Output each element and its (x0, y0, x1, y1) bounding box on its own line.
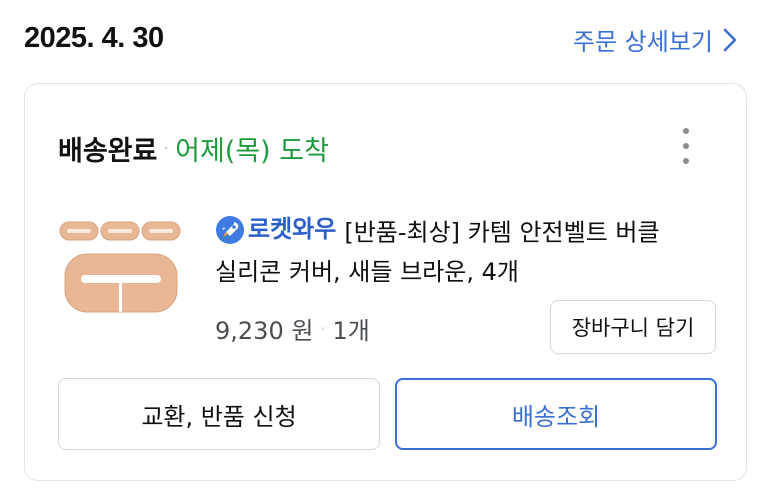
delivery-status: 배송완료 · 어제(목) 도착 (58, 129, 329, 168)
add-to-cart-button[interactable]: 장바구니 담기 (550, 300, 716, 354)
arrival-text: 어제(목) 도착 (175, 136, 329, 167)
order-date: 2025. 4. 30 (24, 22, 164, 54)
status-separator: · (163, 138, 170, 159)
order-detail-link-label: 주문 상세보기 (572, 28, 713, 56)
order-page: 2025. 4. 30 주문 상세보기 배송완료 · 어제(목) 도착 로켓와우… (0, 0, 773, 490)
chevron-right-icon (723, 28, 737, 52)
rocket-label: 로켓와우 (248, 215, 337, 243)
product-info: 로켓와우 [반품-최상] 카템 안전벨트 버클 실리콘 커버, 새들 브라운, … (215, 210, 715, 292)
more-vertical-icon[interactable] (676, 128, 696, 164)
track-delivery-button[interactable]: 배송조회 (395, 378, 717, 450)
price-line: 9,230 원 · 1개 (215, 311, 370, 346)
rocket-icon (215, 215, 245, 245)
product-title[interactable]: 로켓와우 [반품-최상] 카템 안전벨트 버클 실리콘 커버, 새들 브라운, … (215, 210, 715, 292)
status-label: 배송완료 (58, 136, 158, 167)
product-quantity: 1개 (332, 317, 370, 345)
price-separator: · (320, 319, 326, 338)
order-card: 배송완료 · 어제(목) 도착 로켓와우 [반품-최상] 카템 안전벨트 버클 … (24, 83, 747, 481)
product-image[interactable] (59, 214, 181, 314)
product-price: 9,230 원 (215, 317, 314, 345)
rocket-badge: 로켓와우 (215, 210, 336, 249)
order-detail-link[interactable]: 주문 상세보기 (573, 22, 737, 57)
return-exchange-button[interactable]: 교환, 반품 신청 (58, 378, 380, 450)
